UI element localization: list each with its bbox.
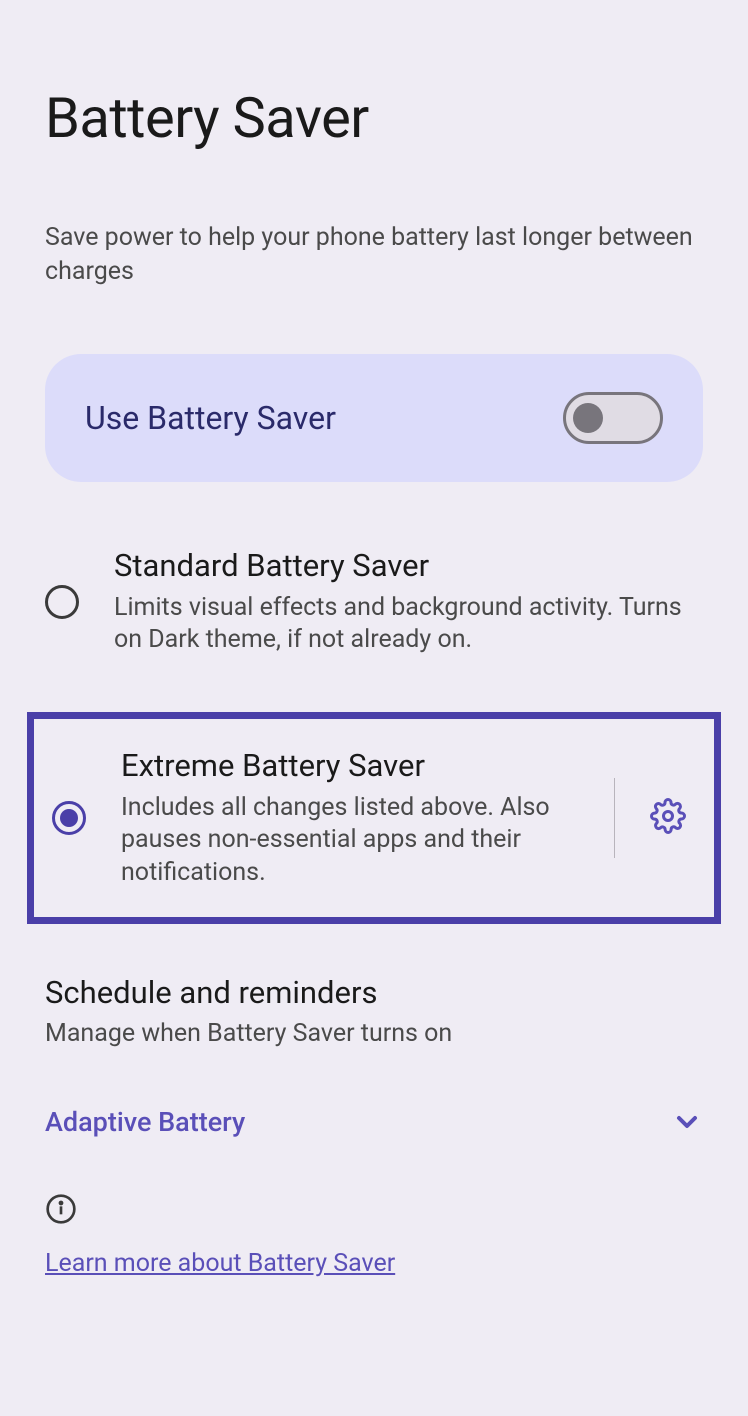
use-battery-saver-label: Use Battery Saver — [85, 399, 336, 437]
standard-option-title: Standard Battery Saver — [114, 547, 703, 584]
info-icon — [45, 1193, 703, 1229]
standard-battery-saver-option[interactable]: Standard Battery Saver Limits visual eff… — [45, 527, 703, 677]
radio-unselected-icon — [45, 585, 79, 619]
use-battery-saver-toggle[interactable] — [563, 392, 663, 444]
standard-option-description: Limits visual effects and background act… — [114, 592, 703, 657]
learn-more-link[interactable]: Learn more about Battery Saver — [45, 1249, 395, 1278]
chevron-down-icon — [671, 1106, 703, 1138]
schedule-description: Manage when Battery Saver turns on — [45, 1019, 703, 1048]
extreme-settings-button[interactable] — [640, 788, 696, 848]
adaptive-battery-label: Adaptive Battery — [45, 1106, 245, 1138]
schedule-reminders-item[interactable]: Schedule and reminders Manage when Batte… — [45, 974, 703, 1048]
page-subtitle: Save power to help your phone battery la… — [45, 221, 703, 289]
extreme-option-title: Extreme Battery Saver — [121, 747, 569, 784]
schedule-title: Schedule and reminders — [45, 974, 703, 1011]
extreme-option-description: Includes all changes listed above. Also … — [121, 792, 569, 890]
page-title: Battery Saver — [45, 85, 703, 151]
adaptive-battery-expandable[interactable]: Adaptive Battery — [45, 1106, 703, 1138]
extreme-battery-saver-option[interactable]: Extreme Battery Saver Includes all chang… — [27, 712, 721, 925]
use-battery-saver-row[interactable]: Use Battery Saver — [45, 354, 703, 482]
toggle-knob — [573, 403, 603, 433]
vertical-divider — [614, 778, 615, 858]
gear-icon — [650, 798, 686, 834]
radio-selected-icon — [52, 801, 86, 835]
